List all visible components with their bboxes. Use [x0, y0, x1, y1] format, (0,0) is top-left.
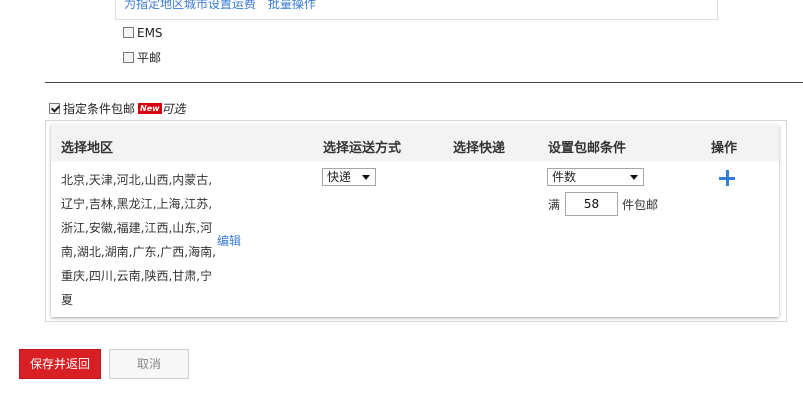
region-list: 北京,天津,河北,山西,内蒙古,辽宁,吉林,黑龙江,上海,江苏,浙江,安徽,福建… — [61, 173, 216, 307]
condition-value: 件数 — [552, 170, 577, 184]
set-area-freight-link[interactable]: 为指定地区城市设置运费 — [124, 0, 256, 11]
pingyou-checkbox[interactable] — [123, 52, 134, 63]
header-ship-method: 选择运送方式 — [323, 141, 402, 156]
chevron-down-icon — [362, 175, 370, 180]
pingyou-label: 平邮 — [137, 51, 162, 65]
condition-select[interactable]: 件数 — [547, 168, 644, 186]
pingyou-option[interactable]: 平邮 — [123, 49, 161, 66]
header-express: 选择快递 — [453, 141, 506, 156]
quantity-input[interactable]: 58 — [565, 192, 618, 216]
header-action: 操作 — [711, 141, 738, 156]
save-and-return-button[interactable]: 保存并返回 — [19, 349, 101, 379]
section-divider — [45, 82, 803, 83]
header-region: 选择地区 — [61, 141, 114, 156]
chevron-down-icon — [630, 175, 638, 180]
free-shipping-option[interactable]: 指定条件包邮 New 可选 — [49, 100, 186, 117]
ems-checkbox[interactable] — [123, 27, 134, 38]
ems-option[interactable]: EMS — [123, 26, 163, 40]
new-badge: New — [138, 103, 162, 114]
batch-operation-link[interactable]: 批量操作 — [268, 0, 316, 11]
ship-method-select[interactable]: 快递 — [322, 168, 376, 186]
edit-region-link[interactable]: 编辑 — [217, 232, 241, 249]
table-header — [51, 125, 779, 161]
area-freight-links: 为指定地区城市设置运费 批量操作 — [124, 0, 324, 12]
cancel-button[interactable]: 取消 — [109, 349, 189, 379]
optional-label: 可选 — [161, 102, 186, 116]
free-shipping-label: 指定条件包邮 — [63, 102, 136, 116]
ship-method-value: 快递 — [327, 170, 352, 184]
free-shipping-checkbox[interactable] — [49, 103, 60, 114]
add-row-plus-icon[interactable] — [719, 170, 735, 186]
free-suffix-label: 件包邮 — [622, 198, 659, 212]
ems-label: EMS — [137, 26, 163, 40]
header-condition: 设置包邮条件 — [548, 141, 627, 156]
full-prefix-label: 满 — [548, 198, 561, 212]
